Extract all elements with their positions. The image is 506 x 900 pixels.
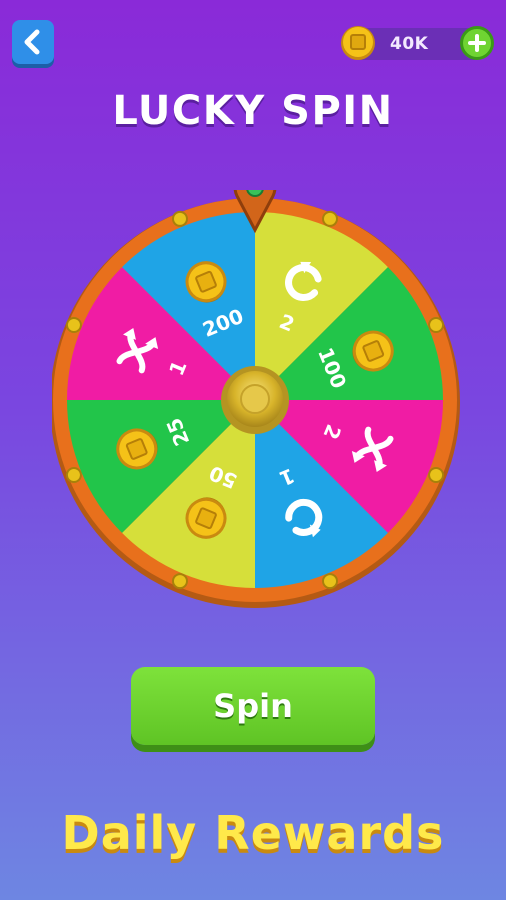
rim-bolt xyxy=(65,467,82,484)
coin-amount: 40K xyxy=(390,34,429,54)
rim-bolt xyxy=(322,210,339,227)
plus-icon xyxy=(468,34,486,52)
daily-rewards-title: Daily Rewards xyxy=(61,806,445,860)
rim-bolt xyxy=(322,573,339,590)
coin-icon xyxy=(341,26,375,60)
spin-button[interactable]: Spin xyxy=(131,667,375,745)
rim-bolt xyxy=(428,467,445,484)
chevron-left-icon xyxy=(24,29,40,55)
rim-bolt xyxy=(428,316,445,333)
rim-bolt xyxy=(171,573,188,590)
prize-wheel[interactable]: 21002150251200 xyxy=(52,190,462,610)
coin-balance: 40K xyxy=(341,26,494,60)
back-button[interactable] xyxy=(12,20,54,64)
page-title: LUCKY SPIN xyxy=(112,88,394,134)
add-coins-button[interactable] xyxy=(460,26,494,60)
rim-bolt xyxy=(65,316,82,333)
wheel-hub-center xyxy=(240,384,270,414)
rim-bolt xyxy=(171,210,188,227)
